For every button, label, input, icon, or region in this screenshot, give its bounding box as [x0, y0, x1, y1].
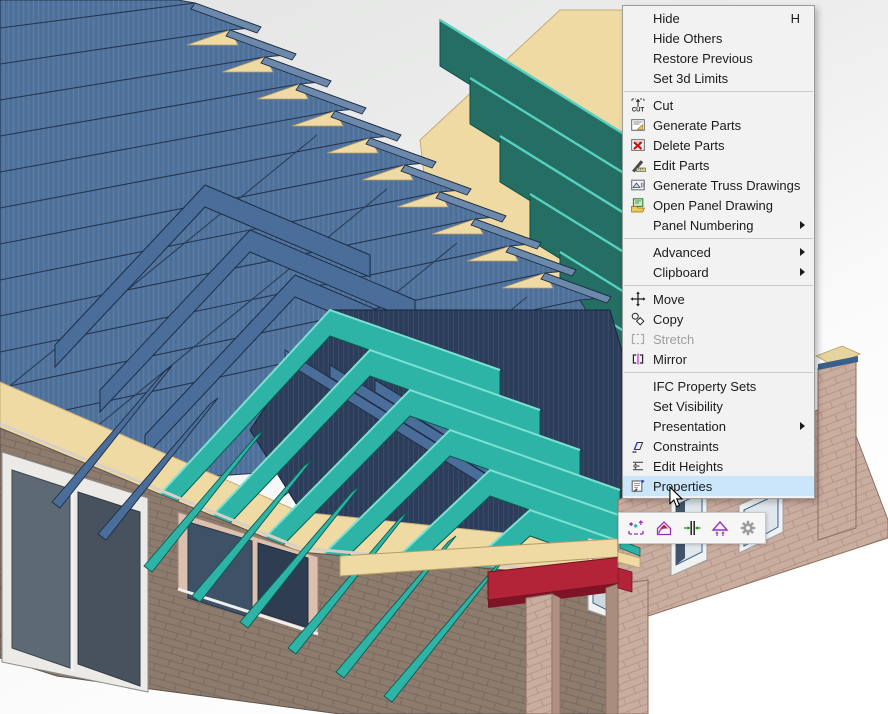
corner-pillar-far: [816, 346, 860, 540]
settings-gear-icon[interactable]: [736, 515, 760, 541]
menu-separator: [624, 372, 813, 373]
mirror-icon: [627, 351, 649, 367]
wall-align-icon[interactable]: [680, 515, 704, 541]
delete-parts-icon: [627, 137, 649, 153]
menu-item-delete-parts[interactable]: Delete Parts: [623, 135, 814, 155]
cut-icon: CUT: [627, 97, 649, 113]
context-menu: Hide H Hide Others Restore Previous Set …: [622, 5, 815, 499]
menu-icon-blank: [627, 10, 649, 26]
menu-item-copy[interactable]: Copy: [623, 309, 814, 329]
menu-item-hide-others[interactable]: Hide Others: [623, 28, 814, 48]
move-icon: [627, 291, 649, 307]
menu-item-edit-heights[interactable]: Edit Heights: [623, 456, 814, 476]
submenu-arrow-icon: [800, 221, 805, 229]
copy-icon: [627, 311, 649, 327]
generate-parts-icon: [627, 117, 649, 133]
menu-separator: [624, 91, 813, 92]
edit-heights-icon: [627, 458, 649, 474]
panel-frame-tool-icon[interactable]: [624, 515, 648, 541]
menu-item-hide[interactable]: Hide H: [623, 8, 814, 28]
menu-item-ifc-property-sets[interactable]: IFC Property Sets: [623, 376, 814, 396]
menu-item-set-3d-limits[interactable]: Set 3d Limits: [623, 68, 814, 88]
menu-item-generate-parts[interactable]: Generate Parts: [623, 115, 814, 135]
submenu-arrow-icon: [800, 248, 805, 256]
roof-pitch-icon[interactable]: [708, 515, 732, 541]
menu-item-properties[interactable]: Properties: [623, 476, 814, 496]
properties-icon: [627, 478, 649, 494]
shortcut-key: H: [791, 11, 812, 26]
menu-item-move[interactable]: Move: [623, 289, 814, 309]
menu-item-clipboard[interactable]: Clipboard: [623, 262, 814, 282]
stretch-icon: [627, 331, 649, 347]
roof-tool-icon[interactable]: [652, 515, 676, 541]
menu-separator: [624, 285, 813, 286]
menu-item-restore-previous[interactable]: Restore Previous: [623, 48, 814, 68]
menu-item-open-panel-drawing[interactable]: Open Panel Drawing: [623, 195, 814, 215]
menu-item-stretch: Stretch: [623, 329, 814, 349]
submenu-arrow-icon: [800, 422, 805, 430]
menu-item-advanced[interactable]: Advanced: [623, 242, 814, 262]
menu-item-mirror[interactable]: Mirror: [623, 349, 814, 369]
menu-item-edit-parts[interactable]: Edit Parts: [623, 155, 814, 175]
menu-item-set-visibility[interactable]: Set Visibility: [623, 396, 814, 416]
menu-separator: [624, 238, 813, 239]
constraints-icon: [627, 438, 649, 454]
mini-toolbar: [618, 512, 766, 544]
menu-item-constraints[interactable]: Constraints: [623, 436, 814, 456]
open-panel-drawing-icon: [627, 197, 649, 213]
menu-item-cut[interactable]: CUT Cut: [623, 95, 814, 115]
menu-item-panel-numbering[interactable]: Panel Numbering: [623, 215, 814, 235]
svg-text:CUT: CUT: [632, 108, 645, 114]
submenu-arrow-icon: [800, 268, 805, 276]
edit-parts-icon: [627, 157, 649, 173]
truss-drawings-icon: [627, 177, 649, 193]
porch-pillar: [526, 594, 560, 714]
menu-item-generate-truss-drawings[interactable]: Generate Truss Drawings: [623, 175, 814, 195]
menu-item-presentation[interactable]: Presentation: [623, 416, 814, 436]
